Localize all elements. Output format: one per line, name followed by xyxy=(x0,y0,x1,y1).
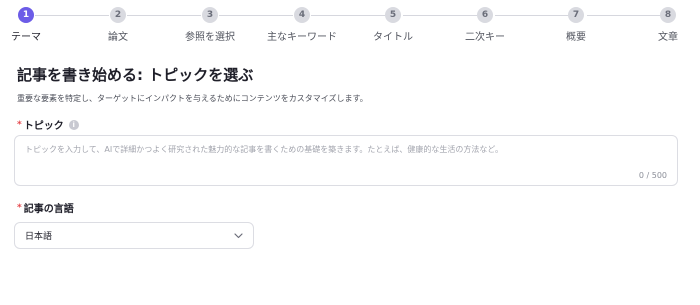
step-main-keywords[interactable]: 4 主なキーワード xyxy=(267,7,337,43)
step-summary[interactable]: 7 概要 xyxy=(541,7,611,43)
required-mark: * xyxy=(17,119,22,130)
progress-stepper: 1 テーマ 2 論文 3 参照を選択 4 主なキーワード 5 タイトル 6 二次… xyxy=(0,0,700,46)
topic-label-text: トピック xyxy=(23,121,64,132)
step-number: 8 xyxy=(660,7,676,23)
required-mark: * xyxy=(17,202,22,213)
step-label: 主なキーワード xyxy=(267,32,337,43)
step-label: 論文 xyxy=(108,32,128,43)
page-subtitle: 重要な要素を特定し、ターゲットにインパクトを与えるためにコンテンツをカスタマイズ… xyxy=(17,94,368,103)
character-counter: 0 / 500 xyxy=(638,171,667,180)
step-number: 1 xyxy=(18,7,34,23)
language-label-text: 記事の言語 xyxy=(23,204,74,215)
step-label: 参照を選択 xyxy=(185,32,235,43)
topic-input[interactable] xyxy=(15,136,677,185)
info-icon[interactable]: i xyxy=(68,119,79,130)
step-number: 3 xyxy=(202,7,218,23)
page-title: 記事を書き始める: トピックを選ぶ xyxy=(17,66,254,84)
language-select[interactable]: 日本語 xyxy=(14,222,254,249)
step-secondary-keys[interactable]: 6 二次キー xyxy=(450,7,520,43)
step-label: 概要 xyxy=(566,32,586,43)
step-number: 4 xyxy=(294,7,310,23)
step-label: タイトル xyxy=(373,32,413,43)
step-text[interactable]: 8 文章 xyxy=(633,7,700,43)
step-number: 5 xyxy=(385,7,401,23)
step-label: 文章 xyxy=(658,32,678,43)
step-select-references[interactable]: 3 参照を選択 xyxy=(175,7,245,43)
language-label: * 記事の言語 xyxy=(17,200,74,216)
step-title[interactable]: 5 タイトル xyxy=(358,7,428,43)
step-number: 7 xyxy=(568,7,584,23)
step-number: 6 xyxy=(477,7,493,23)
step-number: 2 xyxy=(110,7,126,23)
step-label: テーマ xyxy=(11,32,41,43)
step-label: 二次キー xyxy=(465,32,505,43)
step-theme[interactable]: 1 テーマ xyxy=(0,7,61,43)
step-paper[interactable]: 2 論文 xyxy=(83,7,153,43)
chevron-down-icon xyxy=(234,232,243,239)
topic-label: * トピック i xyxy=(17,117,79,132)
topic-textarea-container[interactable]: 0 / 500 xyxy=(14,135,678,186)
language-selected-value: 日本語 xyxy=(25,232,53,242)
